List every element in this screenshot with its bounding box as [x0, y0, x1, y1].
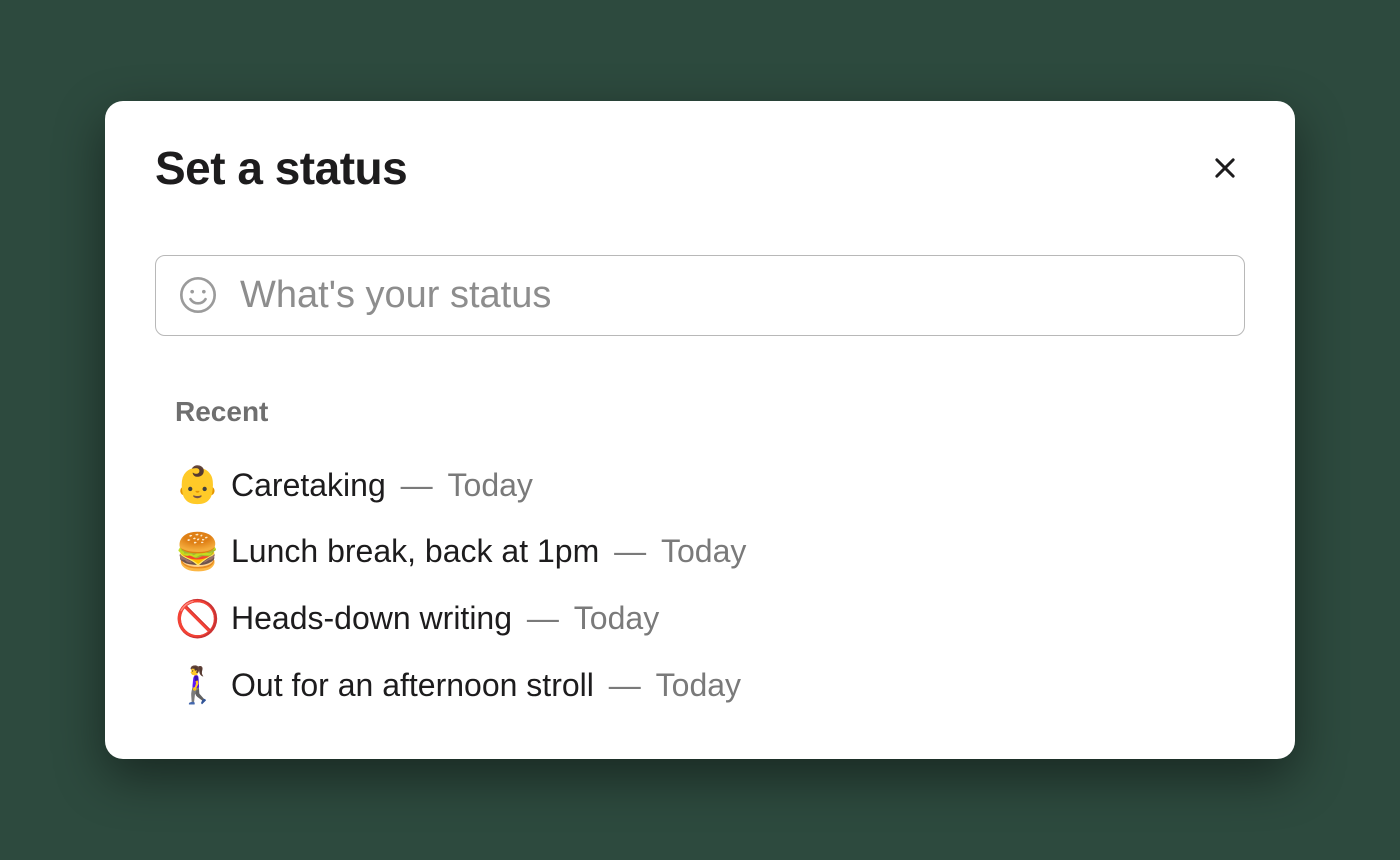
close-button[interactable]	[1205, 148, 1245, 188]
recent-list: 👶 Caretaking — Today 🍔 Lunch break, back…	[175, 452, 1245, 719]
recent-section: Recent 👶 Caretaking — Today 🍔 Lunch brea…	[155, 396, 1245, 719]
recent-item[interactable]: 👶 Caretaking — Today	[175, 452, 1245, 519]
close-icon	[1211, 154, 1239, 182]
status-emoji: 🚫	[175, 596, 231, 643]
modal-header: Set a status	[155, 141, 1245, 195]
separator: —	[518, 600, 568, 636]
status-input-container	[155, 255, 1245, 336]
status-emoji: 👶	[175, 462, 231, 509]
status-when: Today	[661, 533, 746, 569]
recent-heading: Recent	[175, 396, 1245, 428]
recent-item[interactable]: 🚶‍♀️ Out for an afternoon stroll — Today	[175, 652, 1245, 719]
status-when: Today	[448, 467, 533, 503]
status-emoji: 🍔	[175, 529, 231, 576]
modal-title: Set a status	[155, 141, 407, 195]
separator: —	[605, 533, 655, 569]
status-label: Lunch break, back at 1pm	[231, 533, 599, 569]
status-when: Today	[656, 667, 741, 703]
separator: —	[392, 467, 442, 503]
status-label: Caretaking	[231, 467, 386, 503]
smile-icon	[178, 275, 218, 315]
status-label: Out for an afternoon stroll	[231, 667, 594, 703]
recent-item[interactable]: 🚫 Heads-down writing — Today	[175, 586, 1245, 653]
status-label: Heads-down writing	[231, 600, 512, 636]
separator: —	[600, 667, 650, 703]
status-emoji: 🚶‍♀️	[175, 662, 231, 709]
emoji-picker-button[interactable]	[178, 275, 218, 315]
set-status-modal: Set a status Recent 👶 Caretaking —	[105, 101, 1295, 759]
status-when: Today	[574, 600, 659, 636]
status-input[interactable]	[240, 274, 1222, 317]
recent-item[interactable]: 🍔 Lunch break, back at 1pm — Today	[175, 519, 1245, 586]
